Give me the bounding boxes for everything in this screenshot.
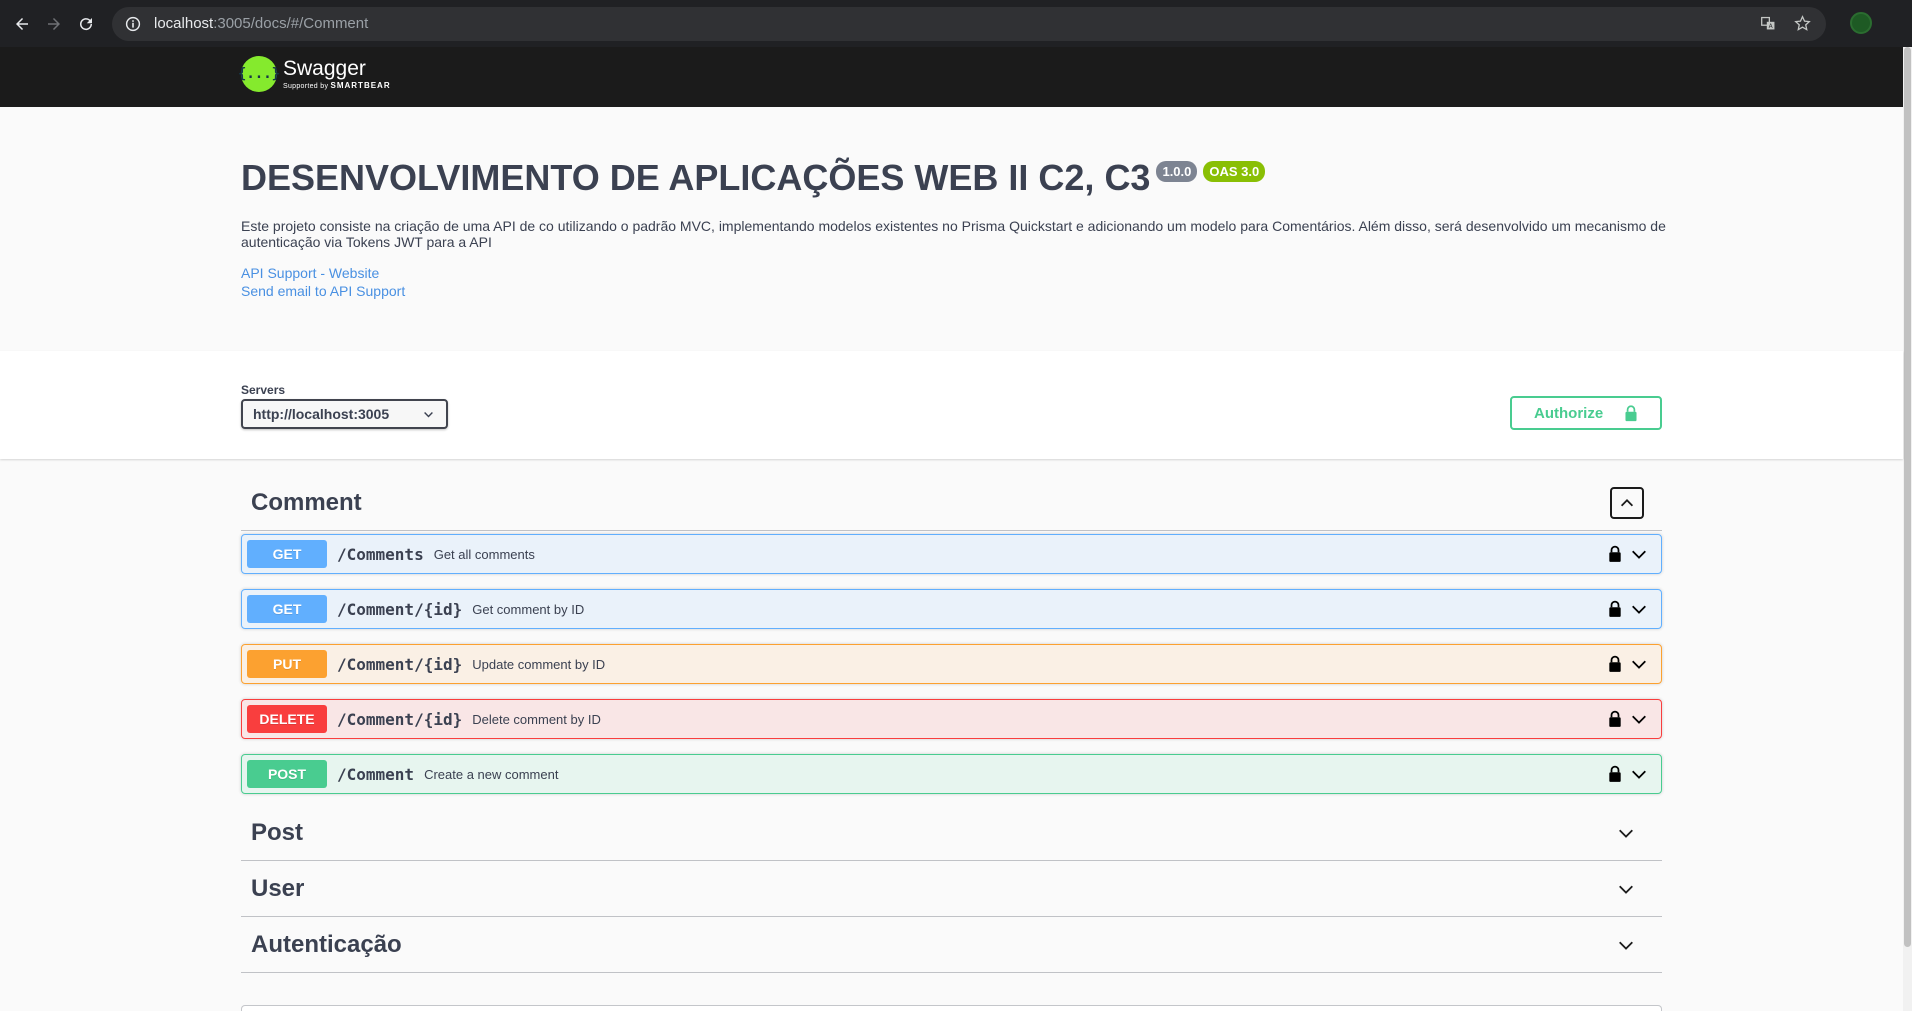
chevron-down-icon[interactable] xyxy=(1614,933,1638,957)
page-scrollbar[interactable] xyxy=(1903,47,1912,1011)
swagger-topbar: {...} Swagger Supported by SMARTBEAR xyxy=(0,47,1903,107)
logo-sub-prefix: Supported by xyxy=(283,83,331,90)
lock-icon xyxy=(1624,404,1640,422)
oas-badge: OAS 3.0 xyxy=(1203,161,1266,182)
api-title: DESENVOLVIMENTO DE APLICAÇÕES WEB II C2,… xyxy=(241,157,1151,198)
schemas-section xyxy=(241,1005,1662,1011)
swagger-logo[interactable]: {...} Swagger Supported by SMARTBEAR xyxy=(238,56,391,92)
operation-get-comments[interactable]: GET /Comments Get all comments xyxy=(241,534,1662,574)
operation-path: /Comment/{id} xyxy=(337,654,463,674)
back-button[interactable] xyxy=(6,8,38,40)
operation-path: /Comments xyxy=(337,544,424,564)
method-badge: GET xyxy=(247,540,327,568)
forward-button[interactable] xyxy=(38,8,70,40)
servers-label: Servers xyxy=(241,383,286,397)
address-bar[interactable]: localhost:3005/docs/#/Comment A xyxy=(112,6,1826,41)
chevron-down-icon xyxy=(422,407,436,421)
tag-name: Comment xyxy=(251,488,362,516)
chevron-down-icon[interactable] xyxy=(1629,764,1649,784)
method-badge: POST xyxy=(247,760,327,788)
arrow-left-icon xyxy=(16,17,28,30)
scrollbar-thumb[interactable] xyxy=(1904,47,1911,947)
info-icon[interactable] xyxy=(124,15,142,33)
operation-delete-comment[interactable]: DELETE /Comment/{id} Delete comment by I… xyxy=(241,699,1662,739)
translate-icon[interactable]: A xyxy=(1758,14,1778,34)
operation-path: /Comment xyxy=(337,764,415,784)
chevron-down-icon[interactable] xyxy=(1614,821,1638,845)
operation-summary: Get all comments xyxy=(433,546,535,562)
operation-get-comment-by-id[interactable]: GET /Comment/{id} Get comment by ID xyxy=(241,589,1662,629)
logo-name: Swagger xyxy=(283,57,366,80)
operation-path: /Comment/{id} xyxy=(337,709,463,729)
tag-name: User xyxy=(251,874,305,902)
profile-avatar[interactable] xyxy=(1850,12,1872,34)
api-description: Este projeto consiste na criação de uma … xyxy=(241,218,1666,250)
operation-summary: Delete comment by ID xyxy=(472,711,601,727)
chevron-down-icon[interactable] xyxy=(1629,544,1649,564)
swagger-logo-icon: {...} xyxy=(238,56,280,92)
reload-button[interactable] xyxy=(70,8,102,40)
method-badge: GET xyxy=(247,595,327,623)
url-host: localhost xyxy=(154,15,214,32)
servers-select[interactable]: http://localhost:3005 xyxy=(241,399,448,429)
version-badge: 1.0.0 xyxy=(1156,161,1198,182)
chevron-down-icon[interactable] xyxy=(1629,654,1649,674)
support-email-link[interactable]: Send email to API Support xyxy=(241,283,405,299)
api-info: DESENVOLVIMENTO DE APLICAÇÕES WEB II C2,… xyxy=(0,107,1903,351)
chevron-up-icon[interactable] xyxy=(1610,486,1644,519)
lock-icon[interactable] xyxy=(1607,709,1623,729)
scheme-container: Servers http://localhost:3005 Authorize xyxy=(0,351,1903,459)
method-badge: PUT xyxy=(247,650,327,678)
logo-subtitle: Supported by SMARTBEAR xyxy=(283,81,391,90)
arrow-right-icon xyxy=(48,17,60,30)
lock-icon[interactable] xyxy=(1607,599,1623,619)
operation-post-comment[interactable]: POST /Comment Create a new comment xyxy=(241,754,1662,794)
star-icon[interactable] xyxy=(1792,14,1812,34)
lock-icon[interactable] xyxy=(1607,654,1623,674)
authorize-label: Authorize xyxy=(1534,404,1604,422)
operation-put-comment[interactable]: PUT /Comment/{id} Update comment by ID xyxy=(241,644,1662,684)
operation-summary: Update comment by ID xyxy=(472,656,606,672)
operation-summary: Get comment by ID xyxy=(472,601,585,617)
chevron-down-icon[interactable] xyxy=(1629,709,1649,729)
logo-sub-brand: SMARTBEAR xyxy=(330,81,391,90)
url-path: :3005/docs/#/Comment xyxy=(213,15,369,32)
lock-icon[interactable] xyxy=(1607,544,1623,564)
tag-autenticacao[interactable]: Autenticação xyxy=(241,917,1662,973)
tag-user[interactable]: User xyxy=(241,861,1662,917)
lock-icon[interactable] xyxy=(1607,764,1623,784)
chevron-down-icon[interactable] xyxy=(1614,877,1638,901)
support-website-link[interactable]: API Support - Website xyxy=(241,265,379,281)
reload-icon xyxy=(80,17,93,30)
tag-post[interactable]: Post xyxy=(241,805,1662,861)
browser-toolbar: localhost:3005/docs/#/Comment A xyxy=(0,0,1912,47)
method-badge: DELETE xyxy=(247,705,327,733)
chevron-down-icon[interactable] xyxy=(1629,599,1649,619)
authorize-button[interactable]: Authorize xyxy=(1510,396,1662,430)
tag-name: Post xyxy=(251,818,304,846)
operation-summary: Create a new comment xyxy=(424,766,559,782)
servers-selected-value: http://localhost:3005 xyxy=(253,406,390,422)
tag-name: Autenticação xyxy=(251,930,402,958)
operation-path: /Comment/{id} xyxy=(337,599,463,619)
tag-comment[interactable]: Comment xyxy=(241,475,1662,531)
